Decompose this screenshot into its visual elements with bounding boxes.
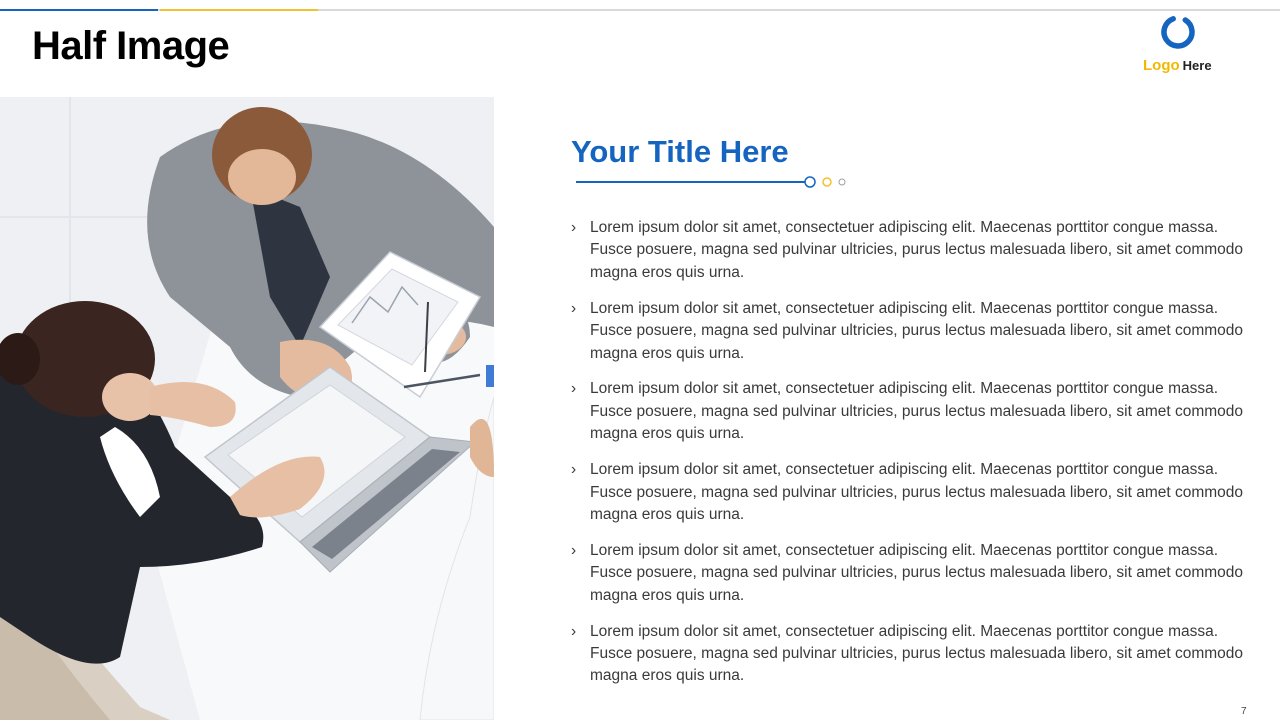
- bullet-item: › Lorem ipsum dolor sit amet, consectetue…: [571, 540, 1251, 607]
- chevron-right-icon: ›: [571, 380, 577, 398]
- top-accent-blue-segment: [0, 9, 158, 11]
- logo-text-primary: Logo: [1143, 57, 1180, 74]
- chevron-right-icon: ›: [571, 219, 577, 236]
- bullet-text: Lorem ipsum dolor sit amet, consectetuer…: [590, 622, 1244, 685]
- bullet-item: › Lorem ipsum dolor sit amet, consectetue…: [571, 378, 1251, 445]
- ring-logo-icon: [1161, 16, 1195, 49]
- business-meeting-photo: [0, 97, 494, 720]
- content-title: Your Title Here: [571, 134, 789, 169]
- top-accent-bar: [0, 9, 1280, 11]
- logo-text-secondary: Here: [1182, 58, 1212, 73]
- title-underline-decoration: [576, 176, 846, 188]
- bullet-item: › Lorem ipsum dolor sit amet, consectetue…: [571, 621, 1251, 688]
- logo: Logo Here: [1138, 14, 1218, 78]
- bullet-item: › Lorem ipsum dolor sit amet, consectetue…: [571, 217, 1251, 284]
- bullet-list: › Lorem ipsum dolor sit amet, consectetue…: [571, 217, 1251, 701]
- chevron-right-icon: ›: [571, 299, 577, 317]
- bullet-text: Lorem ipsum dolor sit amet, consectetuer…: [590, 541, 1244, 604]
- top-accent-yellow-segment: [160, 9, 318, 11]
- chevron-right-icon: ›: [571, 541, 577, 559]
- bullet-text: Lorem ipsum dolor sit amet, consectetuer…: [590, 380, 1244, 443]
- bullet-text: Lorem ipsum dolor sit amet, consectetuer…: [590, 219, 1244, 281]
- logo-text: Logo Here: [1143, 57, 1212, 75]
- bullet-item: › Lorem ipsum dolor sit amet, consectetue…: [571, 459, 1251, 526]
- chevron-right-icon: ›: [571, 461, 577, 479]
- bullet-item: › Lorem ipsum dolor sit amet, consectetue…: [571, 298, 1251, 365]
- slide-title: Half Image: [32, 24, 230, 68]
- bullet-text: Lorem ipsum dolor sit amet, consectetuer…: [590, 299, 1244, 362]
- bullet-text: Lorem ipsum dolor sit amet, consectetuer…: [590, 461, 1244, 523]
- page-number: 7: [1241, 706, 1247, 717]
- chevron-right-icon: ›: [571, 622, 577, 640]
